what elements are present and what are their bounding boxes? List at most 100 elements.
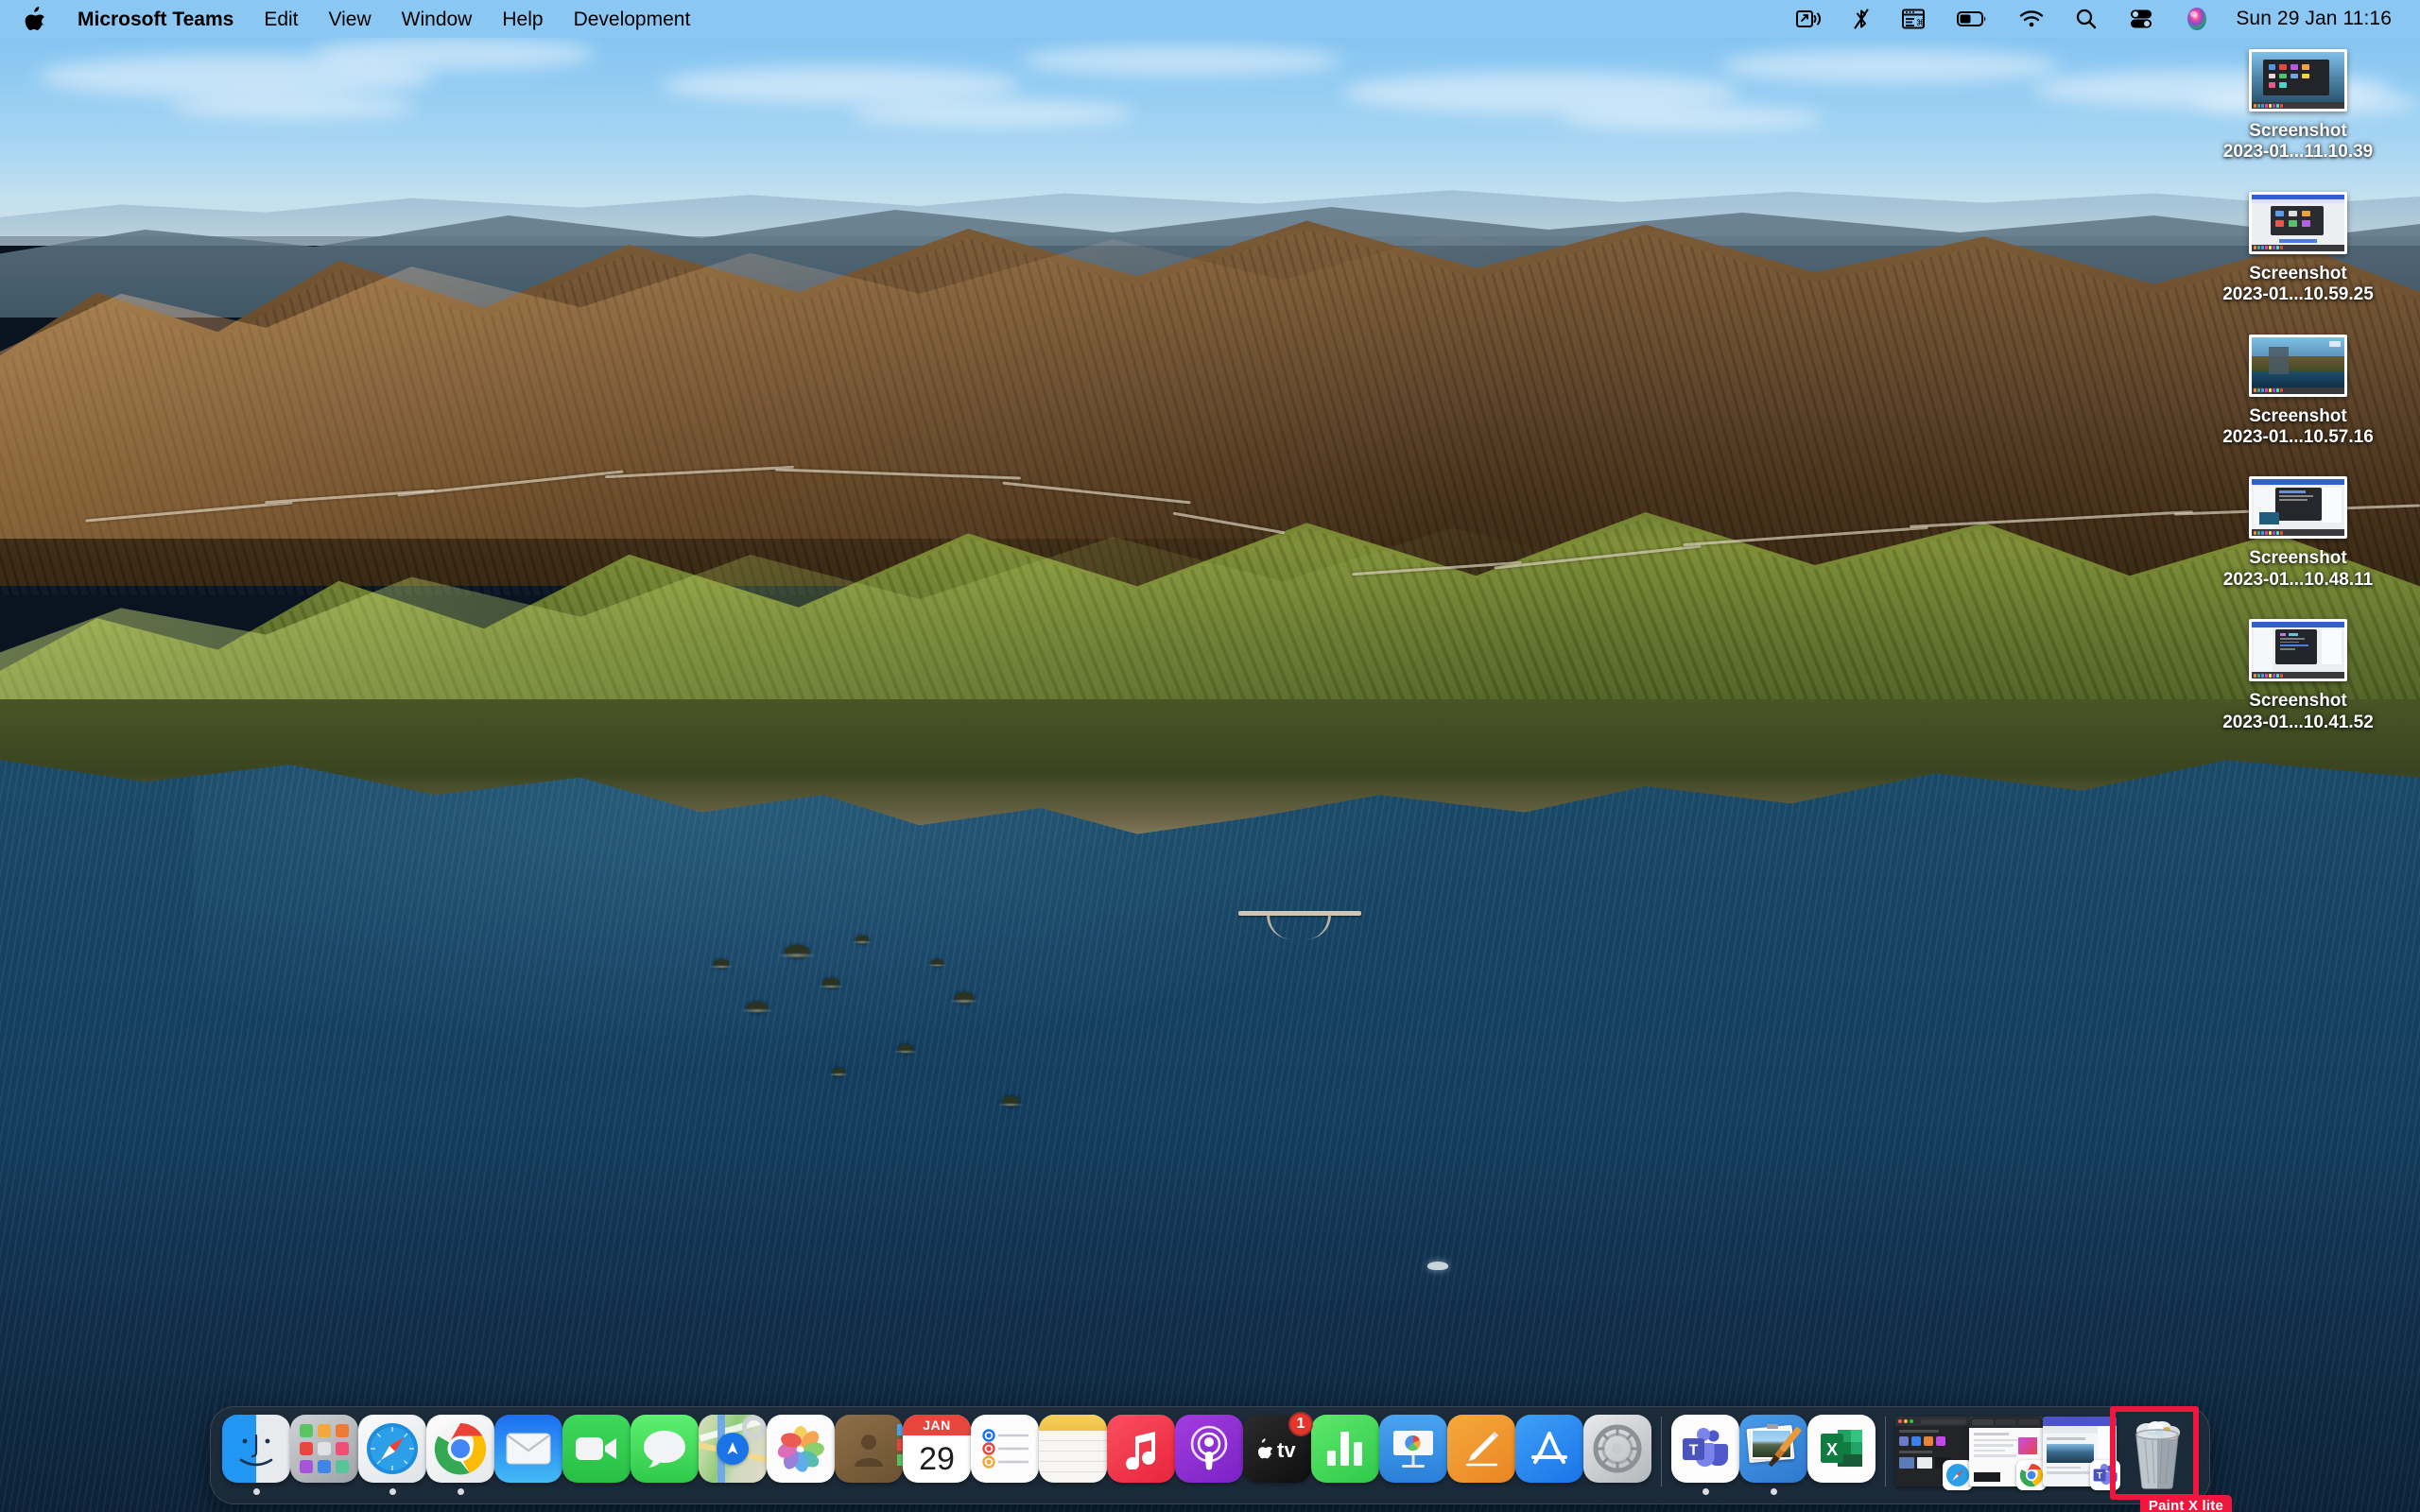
svg-text:T: T bbox=[1689, 1443, 1699, 1459]
dock-item-finder[interactable] bbox=[222, 1415, 290, 1502]
messages-icon bbox=[631, 1415, 699, 1483]
svg-text:T: T bbox=[2097, 1471, 2102, 1482]
app-store-icon bbox=[1515, 1415, 1583, 1483]
wallpaper-clouds bbox=[0, 28, 2420, 217]
finder-icon bbox=[222, 1415, 290, 1483]
desktop-file-3[interactable]: Screenshot 2023-01...10.57.16 bbox=[2189, 334, 2407, 449]
file-thumbnail bbox=[2249, 619, 2347, 682]
contacts-icon bbox=[835, 1415, 903, 1483]
svg-text:tv: tv bbox=[1277, 1438, 1296, 1461]
desktop-wallpaper bbox=[0, 0, 2420, 1512]
google-chrome-icon bbox=[426, 1415, 494, 1483]
desktop-file-5[interactable]: Screenshot 2023-01...10.41.52 bbox=[2189, 619, 2407, 733]
dock-item-apple-tv[interactable]: 1 tv bbox=[1243, 1412, 1313, 1502]
dock-separator-1 bbox=[1661, 1417, 1662, 1486]
trash-icon bbox=[2123, 1415, 2191, 1490]
menu-item-app-name[interactable]: Microsoft Teams bbox=[62, 7, 249, 32]
desktop-file-1[interactable]: Screenshot 2023-01...11.10.39 bbox=[2189, 49, 2407, 163]
menu-item-edit[interactable]: Edit bbox=[249, 7, 313, 32]
minimized-window-teams[interactable]: T bbox=[2043, 1417, 2120, 1490]
facetime-icon bbox=[562, 1415, 631, 1483]
maps-icon bbox=[699, 1415, 767, 1483]
apple-menu[interactable] bbox=[25, 7, 62, 31]
file-label: Screenshot 2023-01...10.59.25 bbox=[2222, 263, 2374, 305]
menu-item-view[interactable]: View bbox=[314, 7, 387, 32]
dock-item-trash[interactable]: Paint X lite bbox=[2110, 1406, 2232, 1512]
file-label: Screenshot 2023-01...10.57.16 bbox=[2222, 405, 2374, 448]
dock-item-google-chrome[interactable] bbox=[426, 1415, 494, 1502]
minimized-window-chrome[interactable] bbox=[1969, 1417, 2047, 1490]
dock-item-microsoft-excel[interactable]: X bbox=[1807, 1415, 1876, 1502]
dock-item-contacts[interactable] bbox=[835, 1415, 903, 1502]
running-indicator bbox=[457, 1488, 464, 1495]
file-label: Screenshot 2023-01...10.41.52 bbox=[2222, 691, 2374, 732]
menu-item-window[interactable]: Window bbox=[387, 7, 488, 32]
notification-badge: 1 bbox=[1288, 1412, 1313, 1436]
running-indicator bbox=[389, 1488, 396, 1495]
dock-item-facetime[interactable] bbox=[562, 1415, 631, 1502]
dock-item-paint-x-lite[interactable] bbox=[1739, 1415, 1807, 1502]
file-thumbnail bbox=[2249, 334, 2347, 397]
running-indicator bbox=[1770, 1488, 1777, 1495]
minimized-window-finder[interactable] bbox=[1895, 1417, 1973, 1490]
file-thumbnail bbox=[2249, 191, 2347, 254]
dock-item-system-preferences[interactable] bbox=[1583, 1415, 1651, 1502]
microsoft-excel-icon: X bbox=[1807, 1415, 1876, 1483]
battery-icon[interactable] bbox=[1941, 0, 2003, 38]
dock-item-music[interactable] bbox=[1107, 1415, 1175, 1502]
siri-icon[interactable] bbox=[2169, 0, 2224, 38]
app-window-command-icon[interactable]: ⌘ bbox=[1886, 0, 1941, 38]
file-label: Screenshot 2023-01...10.48.11 bbox=[2222, 548, 2374, 590]
dock-item-mail[interactable] bbox=[494, 1415, 562, 1502]
running-indicator bbox=[1702, 1488, 1709, 1495]
menu-bar: Microsoft Teams Edit View Window Help De… bbox=[0, 0, 2420, 38]
dock-item-microsoft-teams[interactable]: T bbox=[1671, 1415, 1739, 1502]
wifi-icon[interactable] bbox=[2003, 0, 2060, 38]
dock-separator-2 bbox=[1885, 1417, 1886, 1486]
apple-logo-icon bbox=[25, 7, 45, 30]
numbers-icon bbox=[1311, 1415, 1379, 1483]
dock-item-calendar[interactable]: JAN 29 bbox=[903, 1415, 971, 1502]
desktop-file-2[interactable]: Screenshot 2023-01...10.59.25 bbox=[2189, 191, 2407, 306]
dock-item-app-store[interactable] bbox=[1515, 1415, 1583, 1502]
dock-item-messages[interactable] bbox=[631, 1415, 699, 1502]
reminders-icon bbox=[971, 1415, 1039, 1483]
paint-x-lite-icon bbox=[1739, 1415, 1807, 1483]
safari-icon bbox=[358, 1415, 426, 1483]
annotation-label: Paint X lite bbox=[2139, 1495, 2232, 1512]
menu-bar-app-menus: Microsoft Teams Edit View Window Help De… bbox=[25, 7, 705, 32]
bluetooth-off-icon[interactable] bbox=[1837, 0, 1886, 38]
apple-tv-icon: 1 tv bbox=[1243, 1412, 1313, 1483]
control-center-icon[interactable] bbox=[2113, 0, 2169, 38]
wallpaper-bixby-bridge bbox=[1238, 907, 1361, 939]
dock-item-safari[interactable] bbox=[358, 1415, 426, 1502]
dock-item-numbers[interactable] bbox=[1311, 1415, 1379, 1502]
keynote-icon bbox=[1379, 1415, 1447, 1483]
dock-item-pages[interactable] bbox=[1447, 1415, 1515, 1502]
menu-item-development[interactable]: Development bbox=[559, 7, 706, 32]
mail-icon bbox=[494, 1415, 562, 1483]
podcasts-icon bbox=[1175, 1415, 1243, 1483]
music-icon bbox=[1107, 1415, 1175, 1483]
dock-item-notes[interactable] bbox=[1039, 1415, 1107, 1502]
dock-item-podcasts[interactable] bbox=[1175, 1415, 1243, 1502]
system-preferences-icon bbox=[1583, 1415, 1651, 1483]
file-thumbnail bbox=[2249, 49, 2347, 112]
dock-item-keynote[interactable] bbox=[1379, 1415, 1447, 1502]
dock-item-maps[interactable] bbox=[699, 1415, 767, 1502]
menu-item-help[interactable]: Help bbox=[487, 7, 558, 32]
dock-item-photos[interactable] bbox=[767, 1415, 835, 1502]
svg-text:⌘: ⌘ bbox=[1916, 18, 1925, 27]
screen-sharing-icon[interactable] bbox=[1780, 0, 1837, 38]
svg-text:X: X bbox=[1826, 1440, 1838, 1459]
photos-icon bbox=[767, 1415, 835, 1483]
file-label: Screenshot 2023-01...11.10.39 bbox=[2222, 121, 2374, 163]
dock: JAN 29 1 tv T X T Paint X lite bbox=[210, 1406, 2232, 1512]
microsoft-teams-icon: T bbox=[1671, 1415, 1739, 1483]
dock-item-launchpad[interactable] bbox=[290, 1415, 358, 1502]
spotlight-search-icon[interactable] bbox=[2060, 0, 2113, 38]
menu-bar-clock[interactable]: Sun 29 Jan 11:16 bbox=[2224, 8, 2397, 30]
desktop-file-4[interactable]: Screenshot 2023-01...10.48.11 bbox=[2189, 476, 2407, 591]
dock-item-reminders[interactable] bbox=[971, 1415, 1039, 1502]
pages-icon bbox=[1447, 1415, 1515, 1483]
